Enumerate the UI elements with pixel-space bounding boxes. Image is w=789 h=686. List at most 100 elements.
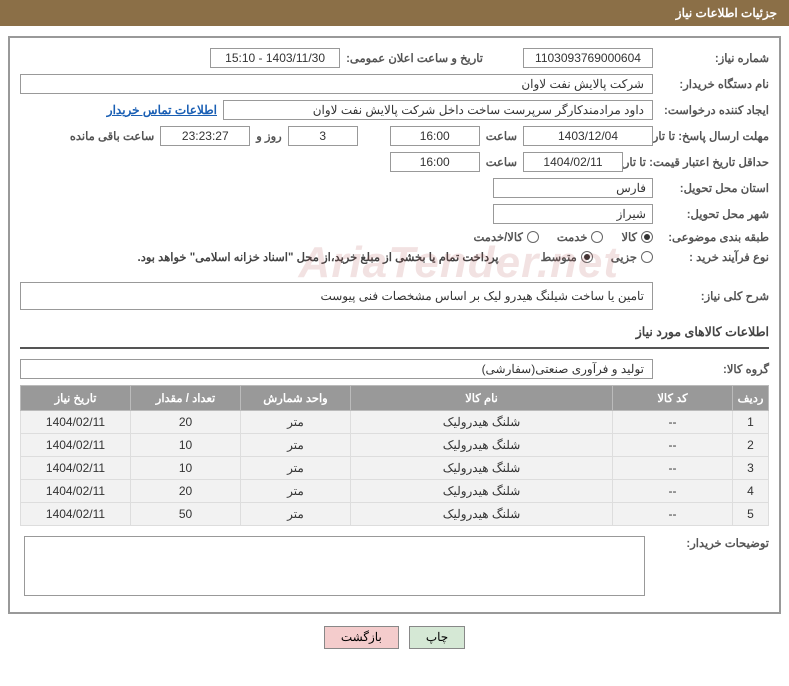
table-row: 2--شلنگ هیدرولیکمتر101404/02/11 <box>21 434 769 457</box>
table-body: 1--شلنگ هیدرولیکمتر201404/02/112--شلنگ ه… <box>21 411 769 526</box>
payment-note: پرداخت تمام یا بخشی از مبلغ خرید،از محل … <box>138 250 499 264</box>
label-days-and: روز و <box>256 129 281 143</box>
table-cell: شلنگ هیدرولیک <box>351 434 613 457</box>
row-deadline: مهلت ارسال پاسخ: تا تاریخ: 1403/12/04 سا… <box>20 126 769 146</box>
table-row: 3--شلنگ هیدرولیکمتر101404/02/11 <box>21 457 769 480</box>
table-cell: -- <box>613 411 733 434</box>
category-radio-group: کالا خدمت کالا/خدمت <box>474 230 654 244</box>
radio-label: خدمت <box>557 230 588 244</box>
table-cell: 5 <box>733 503 769 526</box>
table-cell: 4 <box>733 480 769 503</box>
radio-dot-icon <box>641 231 653 243</box>
label-group: گروه کالا: <box>659 362 769 376</box>
row-validity: حداقل تاریخ اعتبار قیمت: تا تاریخ: 1404/… <box>20 152 769 172</box>
radio-dot-icon <box>527 231 539 243</box>
row-desc: شرح کلی نیاز: تامین یا ساخت شیلنگ هیدرو … <box>20 282 769 310</box>
col-header: کد کالا <box>613 386 733 411</box>
table-cell: 1404/02/11 <box>21 457 131 480</box>
table-cell: متر <box>241 503 351 526</box>
col-header: واحد شمارش <box>241 386 351 411</box>
row-category: طبقه بندی موضوعی: کالا خدمت کالا/خدمت <box>20 230 769 244</box>
row-province: استان محل تحویل: فارس <box>20 178 769 198</box>
table-cell: متر <box>241 411 351 434</box>
table-cell: 10 <box>131 457 241 480</box>
items-table: ردیفکد کالانام کالاواحد شمارشتعداد / مقد… <box>20 385 769 526</box>
value-announce-dt: 1403/11/30 - 15:10 <box>210 48 340 68</box>
row-need-number: شماره نیاز: 1103093769000604 تاریخ و ساع… <box>20 48 769 68</box>
table-cell: 1404/02/11 <box>21 411 131 434</box>
radio-dot-icon <box>591 231 603 243</box>
table-cell: 1404/02/11 <box>21 480 131 503</box>
label-hour-1: ساعت <box>486 129 517 143</box>
back-button[interactable]: بازگشت <box>324 626 399 649</box>
table-header-row: ردیفکد کالانام کالاواحد شمارشتعداد / مقد… <box>21 386 769 411</box>
table-cell: 20 <box>131 480 241 503</box>
label-org: نام دستگاه خریدار: <box>659 77 769 91</box>
table-cell: -- <box>613 457 733 480</box>
value-requester: داود مرادمند‌کارگر سرپرست ساخت داخل شرکت… <box>223 100 653 120</box>
category-option-0[interactable]: کالا <box>621 230 653 244</box>
radio-label: کالا <box>621 230 637 244</box>
col-header: ردیف <box>733 386 769 411</box>
table-cell: 1 <box>733 411 769 434</box>
label-announce-dt: تاریخ و ساعت اعلان عمومی: <box>346 51 483 65</box>
label-desc: شرح کلی نیاز: <box>659 289 769 303</box>
buyer-contact-link[interactable]: اطلاعات تماس خریدار <box>107 103 217 117</box>
table-cell: 1404/02/11 <box>21 503 131 526</box>
value-validity-time: 16:00 <box>390 152 480 172</box>
value-need-no: 1103093769000604 <box>523 48 653 68</box>
table-cell: متر <box>241 457 351 480</box>
table-cell: 50 <box>131 503 241 526</box>
label-buyer-notes: توضیحات خریدار: <box>659 536 769 550</box>
purchase-option-1[interactable]: متوسط <box>541 250 593 264</box>
value-deadline-time: 16:00 <box>390 126 480 146</box>
label-hour-2: ساعت <box>486 155 517 169</box>
category-option-1[interactable]: خدمت <box>557 230 604 244</box>
section-divider <box>20 347 769 349</box>
label-validity: حداقل تاریخ اعتبار قیمت: تا تاریخ: <box>629 155 769 169</box>
value-deadline-date: 1403/12/04 <box>523 126 653 146</box>
table-cell: شلنگ هیدرولیک <box>351 457 613 480</box>
table-cell: 10 <box>131 434 241 457</box>
table-cell: 1404/02/11 <box>21 434 131 457</box>
purchase-option-0[interactable]: جزیی <box>611 250 653 264</box>
table-cell: شلنگ هیدرولیک <box>351 411 613 434</box>
table-row: 4--شلنگ هیدرولیکمتر201404/02/11 <box>21 480 769 503</box>
items-section-title: اطلاعات کالاهای مورد نیاز <box>20 324 769 339</box>
table-cell: شلنگ هیدرولیک <box>351 480 613 503</box>
purchase-radio-group: جزیی متوسط <box>541 250 653 264</box>
table-cell: 20 <box>131 411 241 434</box>
table-cell: متر <box>241 480 351 503</box>
table-cell: 3 <box>733 457 769 480</box>
row-org: نام دستگاه خریدار: شرکت پالایش نفت لاوان <box>20 74 769 94</box>
label-deadline: مهلت ارسال پاسخ: تا تاریخ: <box>659 129 769 143</box>
table-cell: -- <box>613 480 733 503</box>
value-province: فارس <box>493 178 653 198</box>
value-org: شرکت پالایش نفت لاوان <box>20 74 653 94</box>
label-category: طبقه بندی موضوعی: <box>659 230 769 244</box>
buyer-notes-box <box>24 536 645 596</box>
table-row: 1--شلنگ هیدرولیکمتر201404/02/11 <box>21 411 769 434</box>
table-cell: -- <box>613 503 733 526</box>
radio-label: کالا/خدمت <box>474 230 523 244</box>
value-validity-date: 1404/02/11 <box>523 152 623 172</box>
page-title: جزئیات اطلاعات نیاز <box>676 6 777 20</box>
col-header: نام کالا <box>351 386 613 411</box>
value-remaining-days: 3 <box>288 126 358 146</box>
value-group: تولید و فرآوری صنعتی(سفارشی) <box>20 359 653 379</box>
value-remaining-hms: 23:23:27 <box>160 126 250 146</box>
table-cell: متر <box>241 434 351 457</box>
radio-dot-icon <box>581 251 593 263</box>
table-cell: 2 <box>733 434 769 457</box>
row-buyer-notes: توضیحات خریدار: <box>20 536 769 596</box>
col-header: تاریخ نیاز <box>21 386 131 411</box>
radio-dot-icon <box>641 251 653 263</box>
table-cell: -- <box>613 434 733 457</box>
print-button[interactable]: چاپ <box>409 626 465 649</box>
table-cell: شلنگ هیدرولیک <box>351 503 613 526</box>
table-row: 5--شلنگ هیدرولیکمتر501404/02/11 <box>21 503 769 526</box>
category-option-2[interactable]: کالا/خدمت <box>474 230 539 244</box>
radio-label: جزیی <box>611 250 637 264</box>
label-need-no: شماره نیاز: <box>659 51 769 65</box>
row-requester: ایجاد کننده درخواست: داود مرادمند‌کارگر … <box>20 100 769 120</box>
